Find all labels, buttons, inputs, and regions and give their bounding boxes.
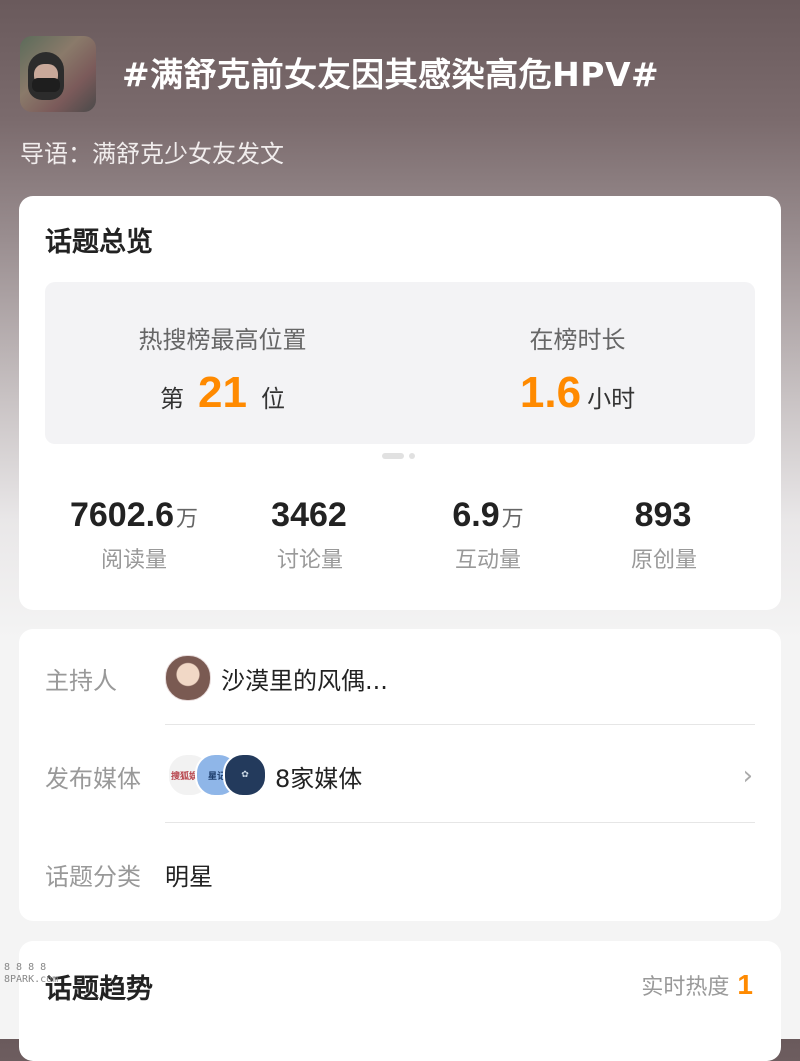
info-card: 主持人 沙漠里的风偶... 发布媒体 搜狐娱乐 星记 ✿ 8家媒体 › 话题分类… [19, 629, 781, 921]
rank-carousel[interactable]: 热搜榜最高位置 第 21 位 在榜时长 1.6 小时 [45, 282, 755, 444]
stat-label: 阅读量 [100, 548, 167, 573]
stat-originals: 893 原创量 [569, 496, 759, 574]
rank-prefix: 第 [160, 385, 185, 413]
stat-value: 3462 [271, 496, 347, 534]
heat-label: 实时热度 [641, 975, 730, 1000]
heat-value: 1 [737, 969, 753, 1000]
chevron-right-icon[interactable]: › [743, 761, 753, 791]
category-label: 话题分类 [45, 863, 141, 891]
carousel-indicator [382, 453, 415, 459]
indicator-dot [409, 453, 415, 459]
overview-title: 话题总览 [45, 227, 153, 258]
host-avatar[interactable] [165, 655, 211, 701]
stat-interactions: 6.9万 互动量 [393, 496, 583, 574]
trend-card: 话题趋势 实时热度 1 [19, 941, 781, 1061]
duration-value: 1.6 [519, 368, 582, 417]
stat-label: 讨论量 [276, 548, 343, 573]
watermark: 8 8 8 8 8PARK.com [4, 962, 58, 986]
overview-card: 话题总览 热搜榜最高位置 第 21 位 在榜时长 1.6 小时 7602.6万 … [19, 196, 781, 610]
stat-reads: 7602.6万 阅读量 [39, 496, 229, 574]
stat-value: 893 [634, 496, 692, 534]
duration-label: 在榜时长 [529, 326, 626, 354]
stat-unit: 万 [501, 507, 524, 532]
category-value[interactable]: 明星 [165, 857, 213, 892]
topic-title: #满舒克前女友因其感染高危HPV# [122, 55, 660, 94]
trend-title: 话题趋势 [45, 974, 153, 1005]
stat-unit: 万 [175, 507, 198, 532]
host-label: 主持人 [45, 667, 117, 695]
watermark-line-1: 8 8 8 8 [4, 962, 47, 973]
category-row: 话题分类 明星 [19, 825, 781, 921]
duration-value-line: 1.6 小时 [400, 368, 755, 418]
stat-value: 7602.6 [69, 496, 174, 534]
stat-label: 原创量 [630, 548, 697, 573]
watermark-line-2: 8PARK.com [4, 974, 59, 985]
divider [165, 724, 755, 725]
topic-avatar[interactable] [20, 36, 96, 112]
rank-panel: 热搜榜最高位置 第 21 位 [45, 282, 400, 444]
duration-panel: 在榜时长 1.6 小时 [400, 282, 755, 444]
host-name[interactable]: 沙漠里的风偶... [221, 661, 388, 696]
topic-intro: 导语：满舒克少女友发文 [20, 140, 284, 168]
rank-value-line: 第 21 位 [45, 368, 400, 418]
stat-label: 互动量 [454, 548, 521, 573]
avatar-mask [32, 78, 60, 92]
topic-header: #满舒克前女友因其感染高危HPV# 导语：满舒克少女友发文 [0, 0, 800, 190]
divider [165, 822, 755, 823]
indicator-dot-active [382, 453, 404, 459]
stat-discussions: 3462 讨论量 [215, 496, 405, 574]
media-label: 发布媒体 [45, 765, 141, 793]
stats-row: 7602.6万 阅读量 3462 讨论量 6.9万 互动量 893 原创量 [19, 496, 781, 576]
rank-value: 21 [198, 368, 247, 417]
rank-label: 热搜榜最高位置 [138, 326, 307, 354]
realtime-heat: 实时热度 1 [641, 969, 753, 1001]
stat-value: 6.9 [452, 496, 500, 534]
duration-unit: 小时 [587, 385, 636, 413]
rank-suffix: 位 [260, 385, 285, 413]
host-row[interactable]: 主持人 沙漠里的风偶... [19, 629, 781, 725]
media-avatar-3: ✿ [223, 753, 267, 797]
media-count: 8家媒体 [275, 765, 363, 793]
media-row[interactable]: 发布媒体 搜狐娱乐 星记 ✿ 8家媒体 › [19, 727, 781, 823]
